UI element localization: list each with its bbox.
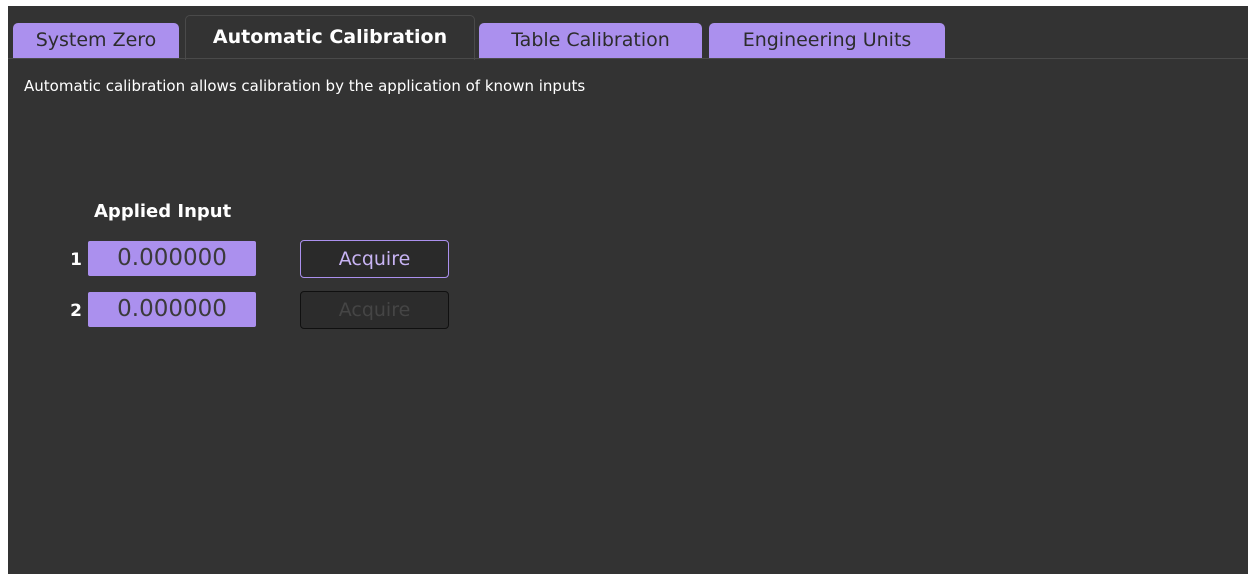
acquire-button-1[interactable]: Acquire	[300, 240, 449, 278]
tab-engineering-units[interactable]: Engineering Units	[709, 23, 945, 58]
row-index-1: 1	[70, 250, 82, 270]
tab-bar: System Zero Automatic Calibration Table …	[8, 6, 1248, 60]
description-text: Automatic calibration allows calibration…	[24, 77, 586, 95]
tab-divider	[8, 58, 1248, 59]
acquire-button-2: Acquire	[300, 291, 449, 329]
applied-input-header: Applied Input	[94, 201, 232, 222]
tab-system-zero[interactable]: System Zero	[13, 23, 179, 58]
applied-input-field-2[interactable]: 0.000000	[88, 292, 256, 327]
applied-input-field-1[interactable]: 0.000000	[88, 241, 256, 276]
tab-automatic-calibration[interactable]: Automatic Calibration	[185, 15, 475, 60]
row-index-2: 2	[70, 301, 82, 321]
calibration-panel: System Zero Automatic Calibration Table …	[8, 6, 1248, 574]
tab-table-calibration[interactable]: Table Calibration	[479, 23, 702, 58]
